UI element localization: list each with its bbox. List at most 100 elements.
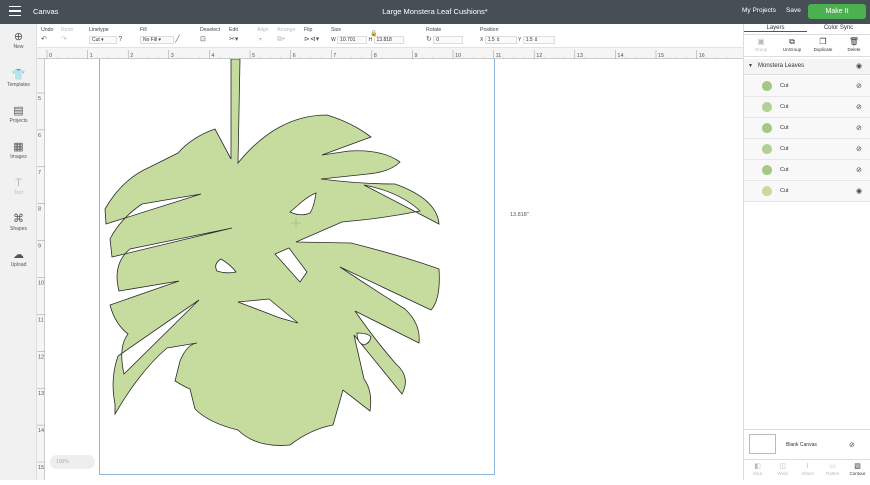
align-icon[interactable]: ⫶▾: [257, 36, 262, 44]
blank-canvas-label: Blank Canvas: [786, 442, 817, 448]
flatten-button[interactable]: ▭ Flatten: [820, 462, 845, 476]
blank-canvas-layer[interactable]: Blank Canvas ⊘: [744, 429, 870, 459]
ungroup-icon: ⧉: [789, 37, 795, 46]
duplicate-icon: ❐: [819, 37, 827, 46]
eye-hidden-icon[interactable]: ⊘: [856, 103, 862, 111]
sidebar-item-label: Text: [13, 190, 24, 196]
tool-label: Contour: [849, 471, 866, 476]
tool-label: Slice: [752, 471, 763, 476]
sidebar-item-text[interactable]: T Text: [0, 176, 37, 196]
fill-value: No Fill: [143, 37, 158, 43]
eye-icon[interactable]: ◉: [856, 62, 862, 70]
sidebar-item-projects[interactable]: ▤ Projects: [0, 104, 37, 124]
height-dimension-label: 13.818": [510, 212, 529, 218]
ruler-label: 6: [38, 133, 41, 139]
monstera-leaf-shape[interactable]: [100, 59, 496, 480]
zoom-control[interactable]: 100%: [50, 455, 95, 469]
flatten-icon: ▭: [829, 463, 836, 470]
sidebar-item-label: Images: [10, 154, 27, 160]
x-label: X: [480, 37, 484, 43]
design-canvas[interactable]: 13.818" 100%: [45, 59, 743, 480]
linetype-label: Linetype: [89, 27, 109, 33]
layer-row[interactable]: Cut ◉: [744, 181, 870, 202]
arrange-label: Arrange: [277, 27, 296, 33]
attach-button[interactable]: ⌇ Attach: [795, 462, 820, 476]
menu-icon[interactable]: [9, 6, 21, 17]
save-button[interactable]: Save: [786, 7, 801, 14]
layer-name: Cut: [780, 104, 789, 110]
deselect-icon[interactable]: ⊡: [200, 36, 206, 44]
layer-row[interactable]: Cut ⊘: [744, 97, 870, 118]
ruler-left: 5 6 7 8 9 10 11 12 13 14 15: [37, 59, 45, 480]
group-icon: ▣: [757, 37, 765, 46]
undo-icon[interactable]: ↶: [41, 36, 47, 44]
collapse-arrow-icon[interactable]: ▼: [748, 63, 753, 69]
sidebar-item-templates[interactable]: 👕 Templates: [0, 68, 37, 88]
lock-icon[interactable]: 🔒: [370, 30, 377, 38]
sidebar-item-upload[interactable]: ☁ Upload: [0, 248, 37, 268]
ungroup-button[interactable]: ⧉ UnGroup: [779, 37, 805, 52]
layer-row[interactable]: Cut ⊘: [744, 160, 870, 181]
ruler-label: 10: [38, 281, 44, 287]
help-icon[interactable]: ?: [118, 36, 122, 44]
make-it-button[interactable]: Make It: [808, 4, 866, 19]
layer-row[interactable]: Cut ⊘: [744, 139, 870, 160]
eye-hidden-icon[interactable]: ⊘: [856, 145, 862, 153]
tool-label: Duplicate: [813, 47, 833, 52]
redo-icon[interactable]: ↷: [61, 36, 67, 44]
layer-group[interactable]: ▼ Monstera Leaves ◉: [744, 59, 870, 75]
rotate-input[interactable]: 0: [433, 36, 464, 44]
duplicate-button[interactable]: ❐ Duplicate: [810, 37, 836, 52]
image-icon: ▦: [13, 141, 24, 153]
width-input[interactable]: 10.701: [337, 36, 368, 44]
fill-select[interactable]: No Fill ▾: [140, 36, 174, 44]
ruler-label: 13: [38, 391, 44, 397]
height-input[interactable]: 13.818: [373, 36, 404, 44]
slice-icon: ◧: [754, 463, 761, 470]
eye-hidden-icon[interactable]: ⊘: [856, 166, 862, 174]
x-value: 1.5: [487, 37, 495, 43]
contour-button[interactable]: ▧ Contour: [845, 462, 870, 476]
eye-hidden-icon[interactable]: ⊘: [856, 82, 862, 90]
slice-button[interactable]: ◧ Slice: [745, 462, 770, 476]
height-value: 13.818: [376, 37, 392, 43]
leaf-path: [104, 59, 440, 446]
linetype-select[interactable]: Cut ▾: [89, 36, 117, 44]
sidebar-item-images[interactable]: ▦ Images: [0, 140, 37, 160]
delete-button[interactable]: 🗑 Delete: [841, 37, 867, 52]
eye-hidden-icon[interactable]: ⊘: [856, 124, 862, 132]
top-bar: Canvas Large Monstera Leaf Cushions* My …: [0, 0, 870, 24]
flip-icon[interactable]: ⊳⊲▾: [304, 36, 319, 44]
sidebar-item-label: Templates: [7, 82, 30, 88]
x-input[interactable]: 1.5 ⇕: [484, 36, 517, 44]
tab-color-sync[interactable]: Color Sync: [807, 25, 870, 31]
upload-cloud-icon: ☁: [13, 249, 24, 261]
layer-name: Cut: [780, 125, 789, 131]
width-value: 10.701: [340, 37, 356, 43]
eye-hidden-icon[interactable]: ⊘: [849, 441, 855, 449]
y-input[interactable]: 1.5 ⇕: [522, 36, 555, 44]
layer-thumbnail: [762, 102, 772, 112]
rotate-icon[interactable]: ↻: [426, 36, 432, 44]
my-projects-link[interactable]: My Projects: [742, 7, 776, 14]
sidebar-item-new[interactable]: ⊕ New: [0, 30, 37, 50]
y-label: Y: [518, 37, 522, 43]
weld-button[interactable]: ◫ Weld: [770, 462, 795, 476]
layer-row[interactable]: Cut ⊘: [744, 118, 870, 139]
arrange-icon[interactable]: ⧉▾: [277, 36, 285, 44]
width-label: W: [331, 37, 336, 43]
sidebar-item-label: Shapes: [10, 226, 27, 232]
group-button[interactable]: ▣ Group: [748, 37, 774, 52]
tool-label: Flatten: [825, 471, 840, 476]
sidebar-item-shapes[interactable]: ⌘ Shapes: [0, 212, 37, 232]
tool-label: Group: [754, 47, 768, 52]
sidebar-item-label: New: [13, 44, 24, 50]
tool-label: Weld: [777, 471, 788, 476]
pen-icon[interactable]: ╱: [175, 36, 179, 44]
eye-icon[interactable]: ◉: [856, 187, 862, 195]
layer-row[interactable]: Cut ⊘: [744, 76, 870, 97]
scissors-icon[interactable]: ✂▾: [229, 36, 238, 44]
tab-layers[interactable]: Layers: [744, 25, 807, 32]
y-value: 1.5: [525, 37, 533, 43]
canvas-swatch[interactable]: [749, 434, 776, 454]
